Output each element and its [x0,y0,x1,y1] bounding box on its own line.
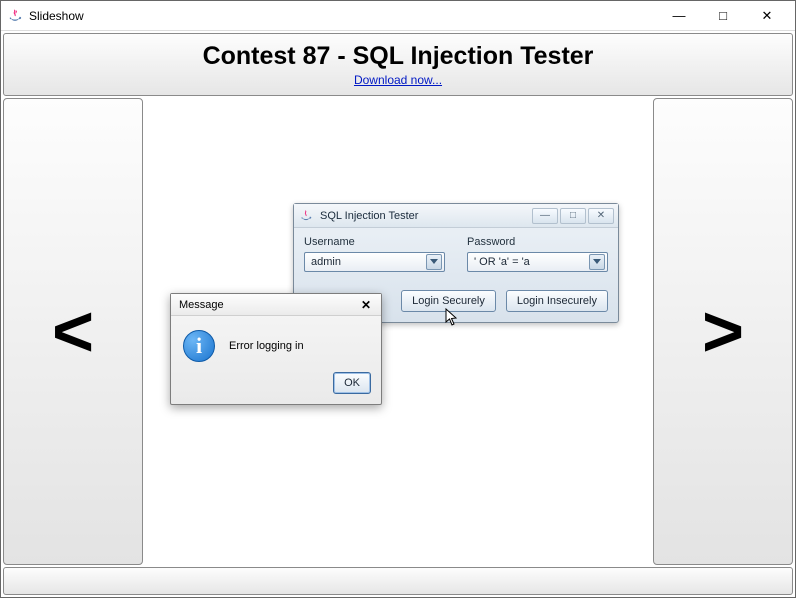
body-row: < SQL Injection Tester — [3,98,793,565]
minimize-button[interactable]: — [657,2,701,30]
java-icon [298,208,314,224]
message-titlebar[interactable]: Message ✕ [171,294,381,316]
sql-close-button[interactable]: ✕ [588,208,614,224]
username-label: Username [304,236,445,248]
sql-window-title: SQL Injection Tester [320,210,418,222]
window-title: Slideshow [29,9,84,23]
message-close-button[interactable]: ✕ [355,297,377,313]
field-row: Username admin Password [304,236,608,272]
message-dialog: Message ✕ i Error logging in OK [170,293,382,405]
download-link[interactable]: Download now... [354,73,442,87]
next-button[interactable]: > [653,98,793,565]
message-text: Error logging in [229,340,304,352]
info-icon: i [183,330,215,362]
titlebar: Slideshow — □ ✕ [1,1,795,31]
prev-button[interactable]: < [3,98,143,565]
java-icon [7,8,23,24]
maximize-button[interactable]: □ [701,2,745,30]
chevron-down-icon [589,254,605,270]
sql-maximize-button[interactable]: □ [560,208,586,224]
username-value: admin [311,256,341,268]
chevron-down-icon [426,254,442,270]
username-combo[interactable]: admin [304,252,445,272]
page-title: Contest 87 - SQL Injection Tester [4,42,792,71]
login-securely-button[interactable]: Login Securely [401,290,496,312]
password-combo[interactable]: ' OR 'a' = 'a [467,252,608,272]
chevron-right-icon: > [702,291,744,373]
login-insecurely-button[interactable]: Login Insecurely [506,290,608,312]
chevron-left-icon: < [52,291,94,373]
message-footer: OK [171,372,381,404]
slideshow-window: Slideshow — □ ✕ Contest 87 - SQL Injecti… [0,0,796,598]
titlebar-controls: — □ ✕ [657,2,789,30]
main-area: Contest 87 - SQL Injection Tester Downlo… [1,31,795,597]
slide-area: SQL Injection Tester — □ ✕ Username [145,98,651,565]
footer-panel [3,567,793,595]
ok-button[interactable]: OK [333,372,371,394]
sql-titlebar-controls: — □ ✕ [532,208,614,224]
header-panel: Contest 87 - SQL Injection Tester Downlo… [3,33,793,96]
message-title: Message [179,299,224,311]
sql-minimize-button[interactable]: — [532,208,558,224]
password-col: Password ' OR 'a' = 'a [467,236,608,272]
password-label: Password [467,236,608,248]
sql-titlebar[interactable]: SQL Injection Tester — □ ✕ [294,204,618,228]
username-col: Username admin [304,236,445,272]
password-value: ' OR 'a' = 'a [474,256,530,268]
message-body: i Error logging in [171,316,381,372]
close-button[interactable]: ✕ [745,2,789,30]
